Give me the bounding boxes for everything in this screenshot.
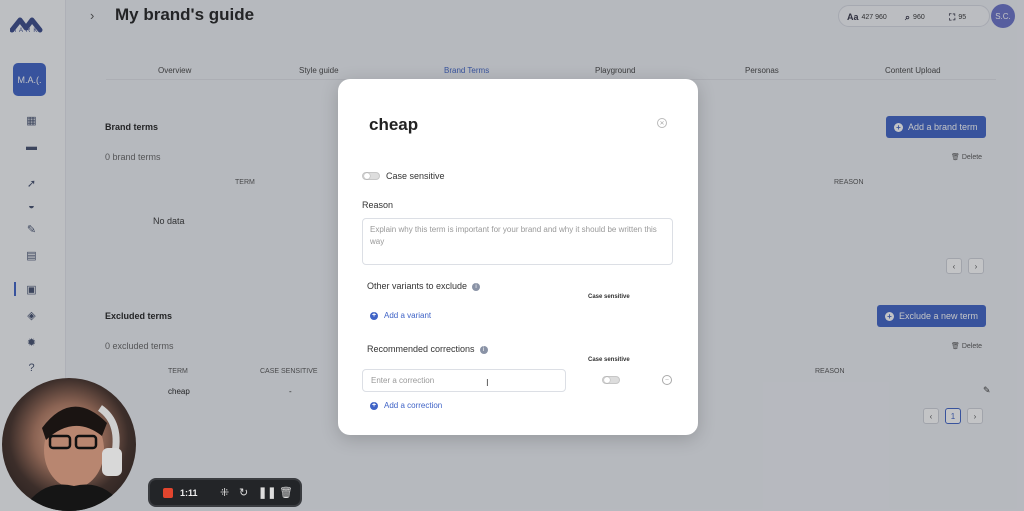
variants-label: Other variants to exclude i — [367, 281, 481, 291]
plus-icon: + — [370, 401, 378, 410]
plus-icon: + — [370, 311, 378, 320]
close-icon[interactable]: ✕ — [657, 118, 667, 128]
term-modal: cheap ✕ Case sensitive Reason Explain wh… — [338, 79, 698, 435]
corrections-label: Recommended corrections i — [367, 344, 488, 354]
modal-title: cheap — [369, 115, 419, 134]
add-correction-label: Add a correction — [384, 401, 443, 410]
info-icon[interactable]: i — [479, 345, 488, 354]
reason-label: Reason — [362, 200, 394, 210]
recording-time: 1:11 — [180, 488, 198, 498]
trash-icon[interactable]: 🗑 — [279, 486, 293, 499]
restart-icon[interactable]: ↻ — [239, 486, 248, 499]
add-variant-link[interactable]: + Add a variant — [370, 311, 431, 320]
correction-input[interactable]: Enter a correction — [362, 369, 566, 392]
corrections-label-text: Recommended corrections — [367, 344, 475, 354]
stop-recording-button[interactable] — [163, 488, 173, 498]
info-icon[interactable]: i — [472, 282, 481, 291]
grid-icon[interactable]: ⁜ — [220, 486, 229, 499]
text-cursor-icon: I — [486, 378, 489, 389]
variants-case-head: Case sensitive — [588, 294, 630, 300]
correction-case-toggle[interactable] — [602, 376, 620, 384]
remove-correction-icon[interactable]: – — [662, 375, 672, 385]
add-correction-link[interactable]: + Add a correction — [370, 401, 442, 410]
pause-icon[interactable]: ❚❚ — [258, 486, 276, 499]
add-variant-label: Add a variant — [384, 311, 432, 320]
presenter-image — [22, 405, 126, 511]
case-sensitive-toggle[interactable] — [362, 172, 380, 180]
variants-label-text: Other variants to exclude — [367, 281, 468, 291]
webcam-bubble — [2, 378, 136, 511]
recording-toolbar: 1:11 ⁜ ↻ ❚❚ 🗑 — [148, 478, 302, 507]
case-sensitive-label: Case sensitive — [386, 171, 445, 181]
reason-textarea[interactable]: Explain why this term is important for y… — [362, 218, 673, 265]
corrections-case-head: Case sensitive — [588, 357, 630, 363]
